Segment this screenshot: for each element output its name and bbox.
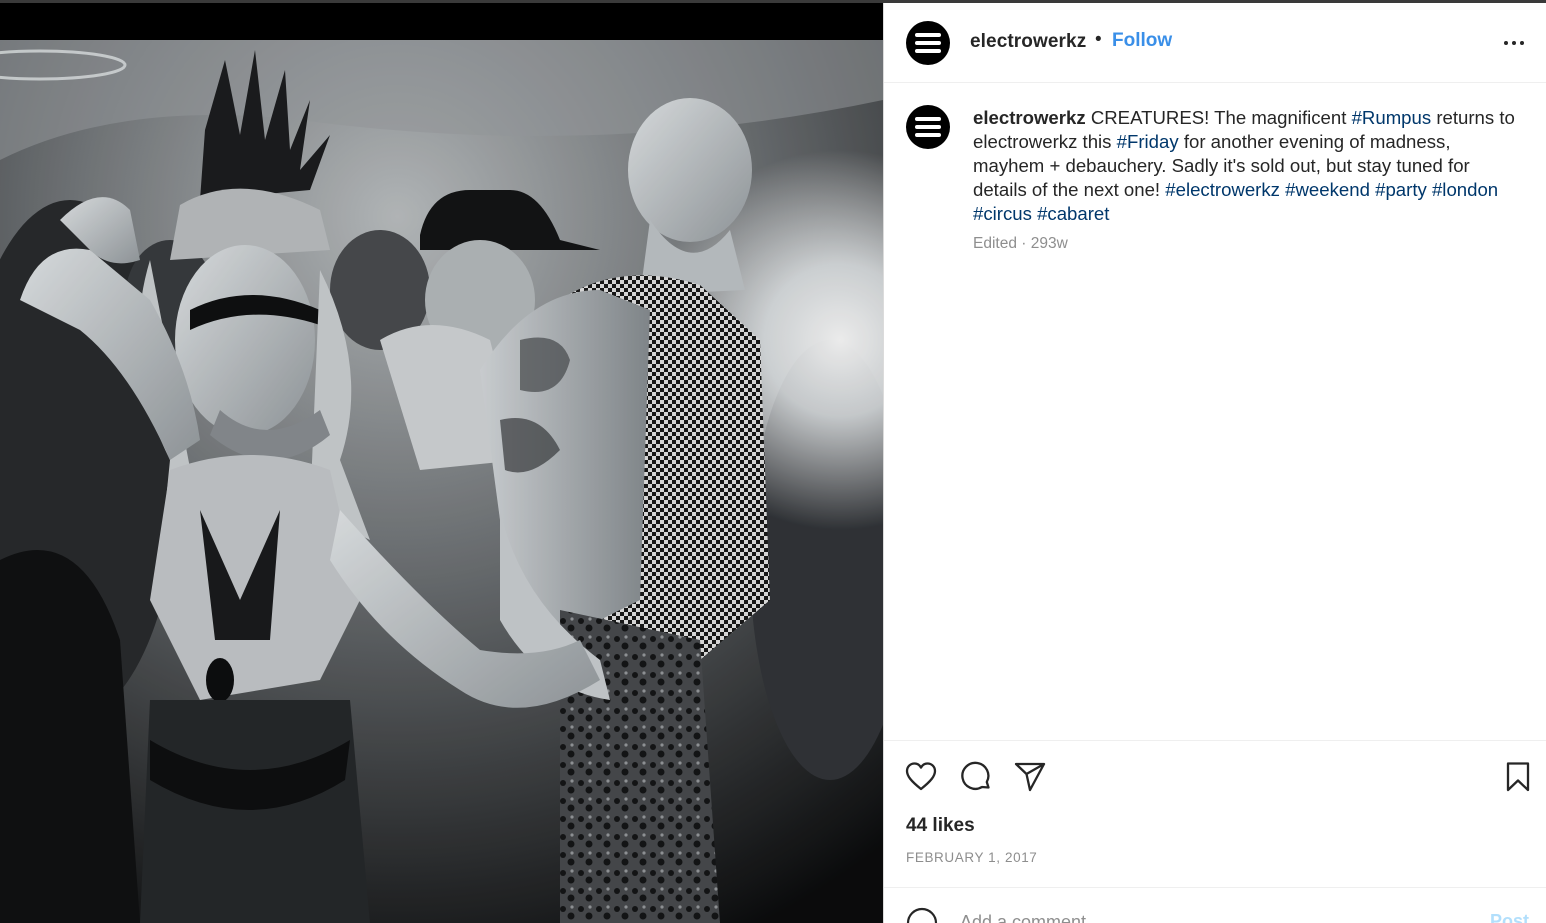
media-letterbox — [0, 3, 883, 40]
post-details-panel: electrowerkz • Follow electrowerkz CREAT… — [883, 3, 1546, 923]
hashtag-link[interactable]: #weekend — [1285, 179, 1370, 200]
logo-bar-top — [915, 33, 941, 37]
share-icon[interactable] — [1013, 760, 1047, 794]
hashtag-link[interactable]: #circus — [973, 203, 1032, 224]
header-separator: • — [1095, 29, 1102, 50]
hashtag-link[interactable]: #Rumpus — [1352, 107, 1432, 128]
hashtag-link[interactable]: #electrowerkz — [1165, 179, 1280, 200]
logo-bar-top — [915, 117, 941, 121]
logo-bar-bottom — [915, 49, 941, 53]
hashtag-link[interactable]: #Friday — [1117, 131, 1179, 152]
comment-divider — [884, 887, 1546, 888]
more-options-icon[interactable] — [1502, 27, 1530, 55]
heart-icon[interactable] — [904, 760, 938, 794]
logo-bar-bottom — [915, 133, 941, 137]
hashtag-link[interactable]: #london — [1432, 179, 1498, 200]
more-dot — [1504, 41, 1508, 45]
emoji-icon[interactable] — [906, 907, 938, 923]
more-dot — [1512, 41, 1516, 45]
hashtag-link[interactable]: #cabaret — [1037, 203, 1109, 224]
logo-bar-middle — [915, 41, 941, 45]
comment-input[interactable] — [958, 908, 1462, 923]
post-media[interactable] — [0, 3, 883, 923]
hashtag-link[interactable]: #party — [1375, 179, 1427, 200]
caption-text-segment: CREATURES! The magnificent — [1085, 107, 1352, 128]
post-photo[interactable] — [0, 40, 883, 923]
caption-text: electrowerkz CREATURES! The magnificent … — [973, 106, 1521, 226]
avatar[interactable] — [906, 21, 950, 65]
bookmark-icon[interactable] — [1501, 760, 1535, 794]
actions-divider — [884, 740, 1546, 741]
instagram-post-window: electrowerkz • Follow electrowerkz CREAT… — [0, 0, 1546, 923]
caption-meta: Edited · 293w — [973, 235, 1068, 252]
more-dot — [1520, 41, 1524, 45]
caption-username[interactable]: electrowerkz — [973, 107, 1086, 128]
post-date: FEBRUARY 1, 2017 — [906, 850, 1038, 865]
caption-avatar[interactable] — [906, 105, 950, 149]
likes-count[interactable]: 44 likes — [906, 815, 975, 837]
header-username[interactable]: electrowerkz — [970, 31, 1086, 53]
logo-bar-middle — [915, 125, 941, 129]
comment-icon[interactable] — [959, 760, 993, 794]
post-comment-button[interactable]: Post — [1490, 911, 1529, 923]
follow-button[interactable]: Follow — [1112, 30, 1172, 52]
post-header: electrowerkz • Follow — [884, 3, 1546, 83]
